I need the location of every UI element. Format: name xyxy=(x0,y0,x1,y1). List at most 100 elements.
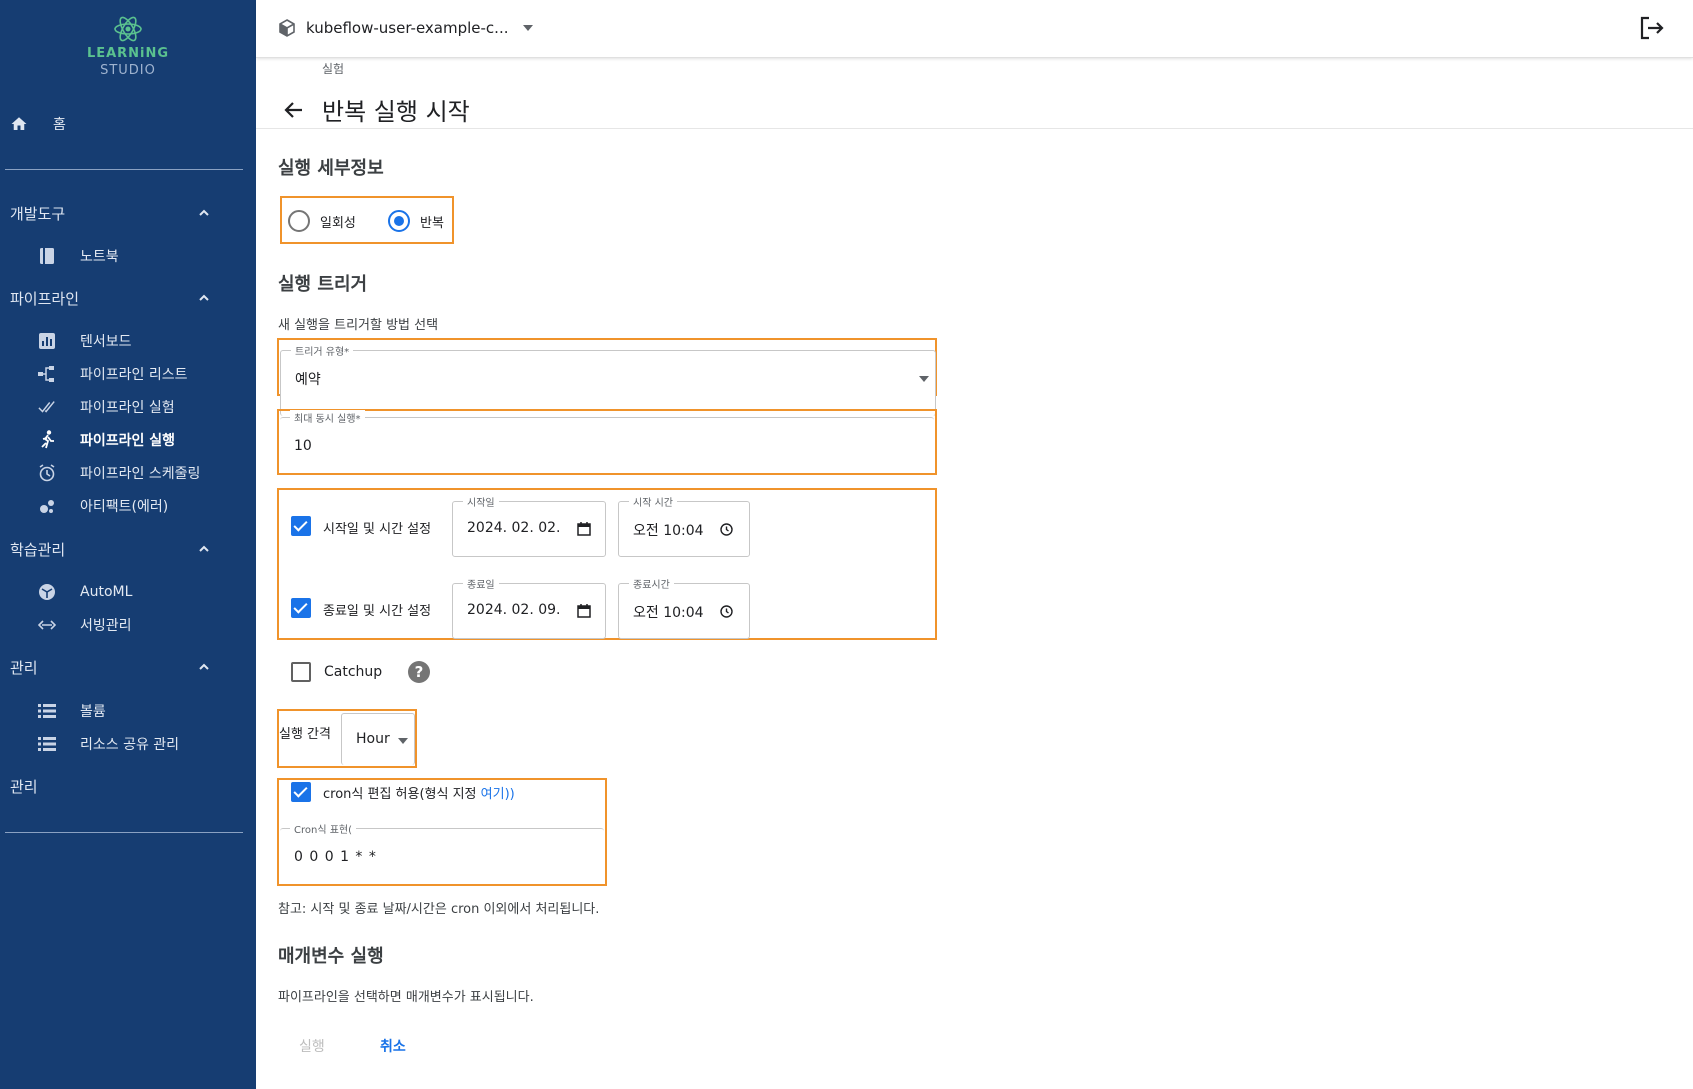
sidebar-item-automl[interactable]: AutoML xyxy=(0,577,256,607)
sidebar-section-training[interactable]: 학습관리 xyxy=(0,534,256,564)
caret-down-icon xyxy=(919,376,929,382)
sidebar-section-devtools[interactable]: 개발도구 xyxy=(0,198,256,228)
list-icon xyxy=(38,702,56,720)
chevron-up-icon xyxy=(199,294,209,301)
field-value: 10 xyxy=(294,438,312,454)
namespace-selector[interactable]: kubeflow-user-example-c... xyxy=(278,14,533,42)
sidebar-item-label: 파이프라인 스케줄링 xyxy=(80,466,201,482)
cron-edit-text: cron식 편집 허용(형식 지정 xyxy=(323,787,481,802)
help-icon[interactable]: ? xyxy=(408,661,430,683)
chevron-up-icon xyxy=(199,545,209,552)
sidebar-item-tensorboard[interactable]: 텐서보드 xyxy=(0,326,256,356)
cube-icon xyxy=(279,19,295,37)
start-date-input[interactable]: 시작일 2024. 02. 02. xyxy=(452,494,606,557)
field-value: 2024. 02. 02. xyxy=(467,520,561,536)
run-details-heading: 실행 세부정보 xyxy=(278,158,384,179)
page-title: 반복 실행 시작 xyxy=(322,98,470,126)
calendar-icon[interactable] xyxy=(577,522,591,536)
run-button[interactable]: 실행 xyxy=(299,1036,325,1056)
radio-recurring[interactable]: 반복 xyxy=(388,210,444,232)
app-logo[interactable]: LEARNiNG STUDIO xyxy=(0,14,256,78)
sidebar-item-home[interactable]: 홈 xyxy=(0,109,256,139)
field-label: 시작 시간 xyxy=(629,494,677,509)
trigger-type-select[interactable]: 트리거 유형* 예약 xyxy=(280,343,936,416)
done-all-icon xyxy=(38,398,56,416)
max-concurrent-input[interactable]: 최대 동시 실행* 10 xyxy=(280,410,934,473)
radio-label: 일회성 xyxy=(320,215,356,231)
code-arrows-icon xyxy=(38,616,56,634)
sidebar-item-artifacts[interactable]: 아티팩트(에러) xyxy=(0,491,256,521)
caret-down-icon xyxy=(398,738,408,744)
field-value: 오전 10:04 xyxy=(633,605,704,621)
interval-select[interactable]: Hour xyxy=(341,713,415,765)
sidebar-item-pipeline-run[interactable]: 파이프라인 실행 xyxy=(0,425,256,455)
sidebar-item-pipeline-scheduling[interactable]: 파이프라인 스케줄링 xyxy=(0,458,256,488)
sidebar-item-label: 서빙관리 xyxy=(80,618,132,634)
list-icon xyxy=(38,735,56,753)
radio-button[interactable] xyxy=(388,210,410,232)
field-value: 예약 xyxy=(295,372,321,388)
start-date-checkbox-label: 시작일 및 시간 설정 xyxy=(323,522,432,537)
notebook-icon xyxy=(38,247,56,265)
automl-icon xyxy=(38,583,56,601)
end-date-checkbox-label: 종료일 및 시간 설정 xyxy=(323,604,432,619)
breadcrumb[interactable]: 실험 xyxy=(322,60,344,77)
radio-one-time[interactable]: 일회성 xyxy=(288,210,356,232)
cron-edit-checkbox[interactable] xyxy=(291,782,311,802)
start-time-input[interactable]: 시작 시간 오전 10:04 xyxy=(618,494,750,557)
cron-highlight: cron식 편집 허용(형식 지정 여기)) Cron식 표현( 0 0 0 1… xyxy=(277,778,607,886)
run-type-group: 일회성 반복 xyxy=(280,196,454,244)
sidebar-item-notebook[interactable]: 노트북 xyxy=(0,241,256,271)
max-concurrent-highlight: 최대 동시 실행* 10 xyxy=(277,409,937,475)
logout-icon[interactable] xyxy=(1637,14,1665,42)
sidebar-item-volumes[interactable]: 볼륨 xyxy=(0,696,256,726)
sidebar-section-admin-bottom[interactable]: 관리 xyxy=(0,771,256,801)
end-date-input[interactable]: 종료일 2024. 02. 09. xyxy=(452,576,606,639)
field-value: 2024. 02. 09. xyxy=(467,602,561,618)
cron-format-link[interactable]: 여기 xyxy=(481,787,505,802)
field-label: 종료시간 xyxy=(629,576,674,591)
schedule-dates-highlight: 시작일 및 시간 설정 시작일 2024. 02. 02. 시작 시간 오전 1… xyxy=(277,488,937,640)
sidebar-item-label: 파이프라인 실행 xyxy=(80,433,176,449)
back-arrow-icon[interactable] xyxy=(280,96,308,124)
cron-expression-input[interactable]: Cron식 표현( 0 0 0 1 * * xyxy=(280,821,604,884)
field-label: 최대 동시 실행* xyxy=(290,410,365,425)
radio-button[interactable] xyxy=(288,210,310,232)
run-icon xyxy=(38,430,56,449)
alarm-icon xyxy=(38,464,56,482)
sidebar-item-label: AutoML xyxy=(80,584,133,600)
calendar-icon[interactable] xyxy=(577,604,591,618)
params-description: 파이프라인을 선택하면 매개변수가 표시됩니다. xyxy=(278,990,534,1005)
clock-icon[interactable] xyxy=(720,605,733,618)
sidebar-item-label: 아티팩트(에러) xyxy=(80,499,169,515)
sidebar-item-resource-sharing[interactable]: 리소스 공유 관리 xyxy=(0,729,256,759)
chevron-up-icon xyxy=(199,663,209,670)
start-date-checkbox[interactable] xyxy=(291,516,311,536)
catchup-label: Catchup xyxy=(324,664,383,680)
sidebar-item-pipeline-list[interactable]: 파이프라인 리스트 xyxy=(0,359,256,389)
section-label: 학습관리 xyxy=(10,540,66,559)
sidebar-item-serving[interactable]: 서빙관리 xyxy=(0,610,256,640)
cron-edit-label: cron식 편집 허용(형식 지정 여기)) xyxy=(323,783,515,802)
interval-highlight: 실행 간격 Hour xyxy=(277,709,417,768)
field-value: 오전 10:04 xyxy=(633,523,704,539)
section-label: 파이프라인 xyxy=(10,289,80,308)
sidebar-section-pipeline[interactable]: 파이프라인 xyxy=(0,283,256,313)
section-label: 관리 xyxy=(10,658,38,677)
interval-label: 실행 간격 xyxy=(279,727,331,742)
logo-text-line1: LEARNiNG xyxy=(86,46,170,61)
pipeline-list-icon xyxy=(38,365,56,383)
sidebar-item-pipeline-experiment[interactable]: 파이프라인 실험 xyxy=(0,392,256,422)
sidebar-section-admin[interactable]: 관리 xyxy=(0,652,256,682)
sidebar: LEARNiNG STUDIO 홈 개발도구 노트북 파이프라인 텐서보드 파이… xyxy=(0,0,256,1089)
bar-chart-icon xyxy=(38,332,56,350)
catchup-checkbox[interactable] xyxy=(291,662,311,682)
clock-icon[interactable] xyxy=(720,523,733,536)
cancel-button[interactable]: 취소 xyxy=(380,1036,406,1056)
sidebar-item-label: 텐서보드 xyxy=(80,334,132,350)
end-date-checkbox[interactable] xyxy=(291,598,311,618)
top-bar: kubeflow-user-example-c... xyxy=(256,0,1693,58)
trigger-type-highlight: 트리거 유형* 예약 xyxy=(277,338,937,416)
end-time-input[interactable]: 종료시간 오전 10:04 xyxy=(618,576,750,639)
sidebar-divider xyxy=(5,169,243,170)
